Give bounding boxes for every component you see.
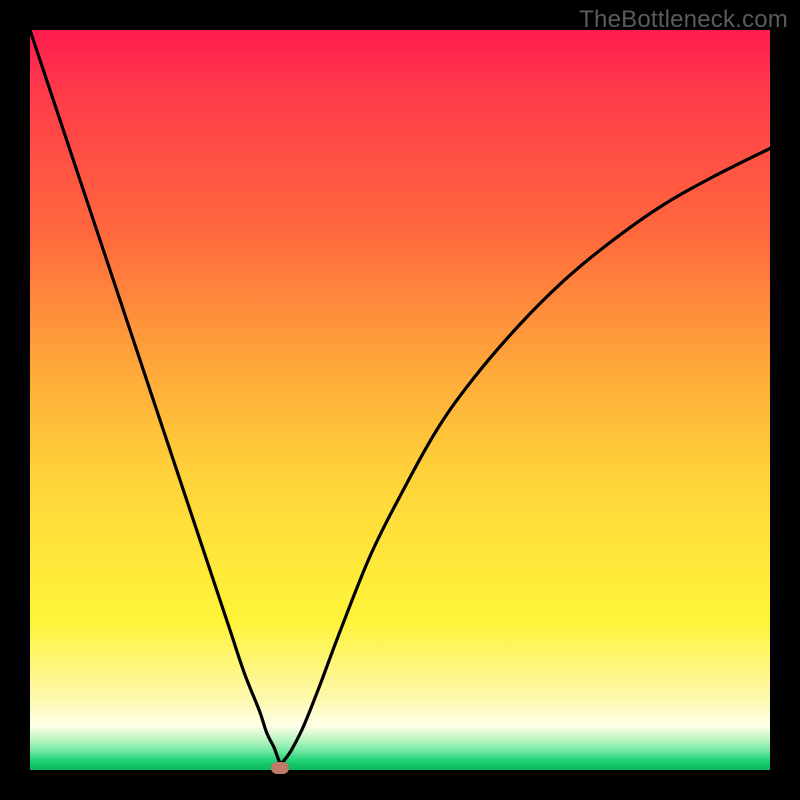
chart-frame: TheBottleneck.com xyxy=(0,0,800,800)
watermark-text: TheBottleneck.com xyxy=(579,6,788,34)
bottleneck-curve xyxy=(30,30,770,770)
optimum-marker xyxy=(271,762,289,774)
